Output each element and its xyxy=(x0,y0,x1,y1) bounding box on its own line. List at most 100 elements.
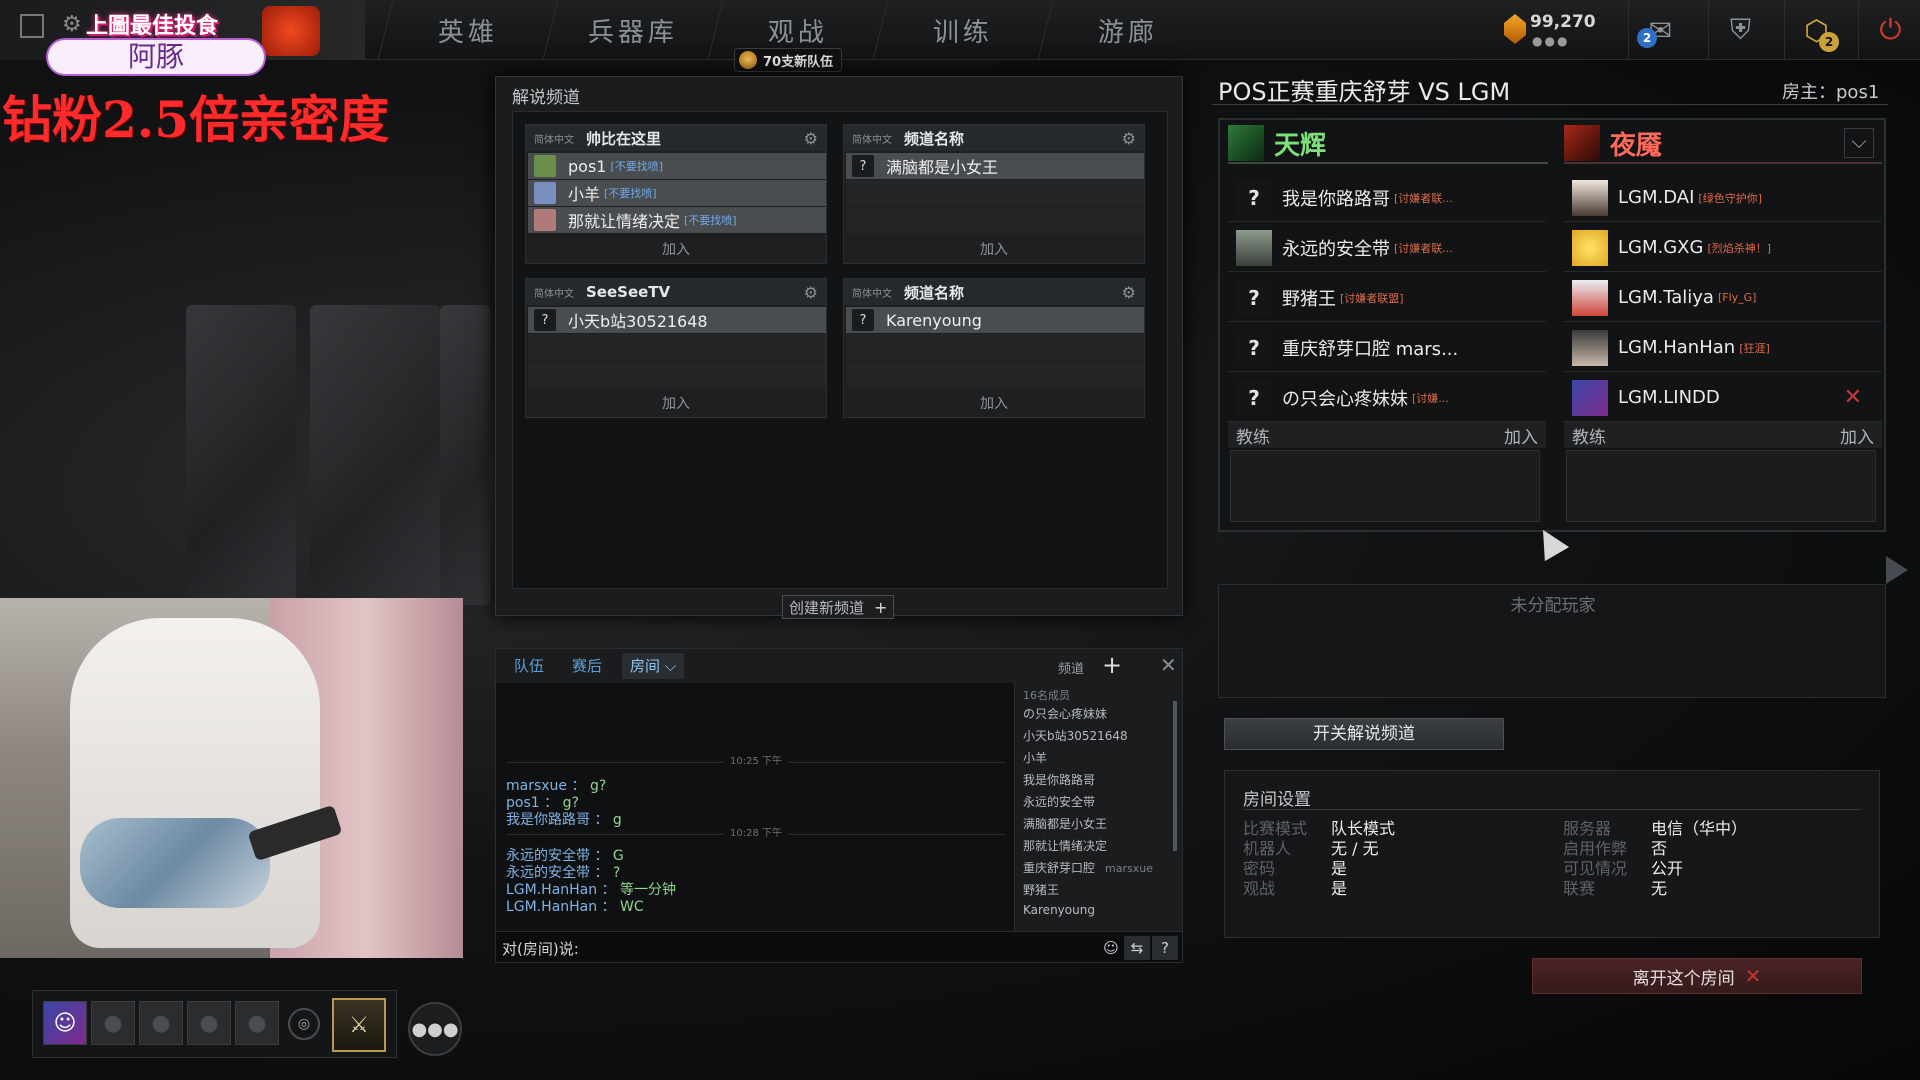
unassigned-players-pool[interactable]: 未分配玩家 xyxy=(1218,584,1886,698)
channel-member[interactable]: 那就让情绪决定 [不要找喷] xyxy=(528,207,826,233)
player-name: の只会心疼妹妹 xyxy=(1282,388,1408,410)
coach-join-button[interactable]: 加入 xyxy=(1504,423,1538,448)
kick-player-icon[interactable]: ✕ xyxy=(1844,385,1862,410)
channel-empty-slot[interactable] xyxy=(846,207,1144,233)
badge-icon xyxy=(739,51,757,69)
inventory-button[interactable]: ⛨ xyxy=(1708,0,1772,60)
member-item[interactable]: 小羊 xyxy=(1023,749,1047,766)
radiant-player-slot[interactable]: ? 重庆舒芽口腔 mars... xyxy=(1228,324,1546,372)
setting-key: 联赛 xyxy=(1563,879,1596,898)
headset-icon: ◎ xyxy=(297,1016,311,1032)
member-item[interactable]: 小天b站30521648 xyxy=(1023,727,1128,744)
party-slot-empty[interactable]: ● xyxy=(187,1001,231,1045)
toggle-commentary-button[interactable]: 开关解说频道 xyxy=(1224,718,1504,750)
expand-arrow-icon[interactable] xyxy=(1886,556,1908,584)
channel-empty-slot[interactable] xyxy=(528,334,826,360)
chat-tab-room[interactable]: 房间 ⌵ xyxy=(622,653,685,679)
msg-text: WC xyxy=(620,899,644,915)
channel-empty-slot[interactable] xyxy=(846,180,1144,206)
channel-empty-slot[interactable] xyxy=(846,361,1144,387)
dire-player-slot[interactable]: LGM.Taliya [Fly_G] xyxy=(1564,274,1882,322)
webcam-feed xyxy=(0,598,463,958)
coach-join-button[interactable]: 加入 xyxy=(1840,423,1874,448)
channel-member[interactable]: ? 小天b站30521648 xyxy=(528,307,826,333)
channel-empty-slot[interactable] xyxy=(846,334,1144,360)
dire-dropdown-icon[interactable]: ⌵ xyxy=(1844,128,1874,158)
channel-join-button[interactable]: 加入 xyxy=(526,393,826,415)
radiant-coach-slot[interactable] xyxy=(1230,450,1540,522)
settings-gear-icon[interactable]: ⚙ xyxy=(62,12,82,37)
channel-settings-gear-icon[interactable]: ⚙ xyxy=(804,129,818,148)
dire-player-slot[interactable]: LGM.LINDD ✕ xyxy=(1564,374,1882,422)
emoji-icon[interactable]: ☺ xyxy=(1098,936,1124,960)
social-menu-button[interactable]: ●●● xyxy=(408,1002,462,1056)
channel-settings-gear-icon[interactable]: ⚙ xyxy=(804,283,818,302)
channel-join-button[interactable]: 加入 xyxy=(526,239,826,261)
commentary-channel: 简体中文 帅比在这里 ⚙ pos1 [不要找喷] 小羊 [不要找喷] 那就让情绪… xyxy=(525,124,827,264)
radiant-player-slot[interactable]: 永远的安全带 [讨嫌者联... xyxy=(1228,224,1546,272)
leave-lobby-button[interactable]: 离开这个房间 ✕ xyxy=(1532,958,1862,994)
member-item[interactable]: 重庆舒芽口腔 marsxue xyxy=(1023,859,1153,876)
party-slot-empty[interactable]: ● xyxy=(139,1001,183,1045)
chat-tab-team[interactable]: 队伍 xyxy=(514,655,544,676)
channel-member[interactable]: pos1 [不要找喷] xyxy=(528,153,826,179)
channel-member[interactable]: ? Karenyoung xyxy=(846,307,1144,333)
chat-timestamp: 10:28 下午 xyxy=(506,828,1006,839)
member-item[interactable]: の只会心疼妹妹 xyxy=(1023,705,1107,722)
dire-coach-slot[interactable] xyxy=(1566,450,1876,522)
dire-player-slot[interactable]: LGM.DAI [绿色守护你] xyxy=(1564,174,1882,222)
channel-empty-slot[interactable] xyxy=(528,361,826,387)
mail-button[interactable]: ✉ 2 xyxy=(1628,0,1692,60)
member-list-scrollbar[interactable] xyxy=(1173,701,1177,851)
window-icon[interactable] xyxy=(20,14,44,38)
battle-pass-button[interactable]: ⚔ xyxy=(332,998,386,1052)
member-item[interactable]: 满脑都是小女王 xyxy=(1023,815,1107,832)
player-name: LGM.GXG xyxy=(1618,237,1704,258)
nav-tab-armory[interactable]: 兵器库 xyxy=(542,0,723,60)
party-slot-empty[interactable]: ● xyxy=(235,1001,279,1045)
player-tag: [讨嫌者联盟] xyxy=(1340,291,1404,305)
member-item[interactable]: 我是你路路哥 xyxy=(1023,771,1095,788)
channel-switch-icon[interactable]: ⇆ xyxy=(1124,936,1150,960)
member-item[interactable]: 那就让情绪决定 xyxy=(1023,837,1107,854)
setting-value: 无 xyxy=(1651,879,1668,898)
voice-chat-button[interactable]: ◎ xyxy=(288,1008,320,1040)
dire-player-slot[interactable]: LGM.GXG [烈焰杀神！] xyxy=(1564,224,1882,272)
new-teams-badge[interactable]: 70支新队伍 xyxy=(734,48,843,72)
chat-input-bar[interactable]: 对(房间)说: ☺ ⇆ ? xyxy=(496,931,1182,962)
member-item[interactable]: Karenyoung xyxy=(1023,903,1095,917)
create-channel-button[interactable]: 创建新频道 + xyxy=(782,595,895,619)
setting-value: 是 xyxy=(1331,879,1348,898)
channel-member[interactable]: ? 满脑都是小女王 xyxy=(846,153,1144,179)
radiant-player-slot[interactable]: ? 野猪王 [讨嫌者联盟] xyxy=(1228,274,1546,322)
channel-settings-gear-icon[interactable]: ⚙ xyxy=(1122,283,1136,302)
party-slot-empty[interactable]: ● xyxy=(91,1001,135,1045)
channel-join-button[interactable]: 加入 xyxy=(844,239,1144,261)
nav-tab-heroes[interactable]: 英雄 xyxy=(377,0,558,60)
setting-row: 观战 是 xyxy=(1243,875,1347,899)
party-slot-self-avatar[interactable]: ☺ xyxy=(43,1001,87,1045)
nav-tab-learn[interactable]: 训练 xyxy=(872,0,1053,60)
radiant-player-slot[interactable]: ? の只会心疼妹妹 [讨嫌... xyxy=(1228,374,1546,422)
player-avatar xyxy=(1236,229,1272,266)
channel-settings-gear-icon[interactable]: ⚙ xyxy=(1122,129,1136,148)
member-name: 小羊 xyxy=(1023,751,1048,765)
member-item[interactable]: 永远的安全带 xyxy=(1023,793,1095,810)
close-chat-icon[interactable]: ✕ xyxy=(1160,653,1177,677)
help-icon[interactable]: ? xyxy=(1152,936,1178,960)
add-channel-icon[interactable]: + xyxy=(1102,651,1122,679)
dota-logo-icon[interactable] xyxy=(262,6,320,56)
channel-member[interactable]: 小羊 [不要找喷] xyxy=(528,180,826,206)
lobby-title: POS正赛重庆舒芽 VS LGM xyxy=(1218,78,1511,106)
chat-tab-postgame[interactable]: 赛后 xyxy=(572,655,602,676)
plus-button[interactable]: ⬡ 2 xyxy=(1784,0,1848,60)
member-item[interactable]: 野猪王 xyxy=(1023,881,1059,898)
chat-channel-label[interactable]: 频道 xyxy=(1058,658,1084,677)
member-avatar xyxy=(534,209,556,231)
channel-name: SeeSeeTV xyxy=(586,283,671,301)
dire-player-slot[interactable]: LGM.HanHan [狂涯] xyxy=(1564,324,1882,372)
radiant-player-slot[interactable]: ? 我是你路路哥 [讨嫌者联... xyxy=(1228,174,1546,222)
power-button[interactable]: ⏻ xyxy=(1858,0,1920,60)
nav-tab-arcade[interactable]: 游廊 xyxy=(1037,0,1218,60)
channel-join-button[interactable]: 加入 xyxy=(844,393,1144,415)
